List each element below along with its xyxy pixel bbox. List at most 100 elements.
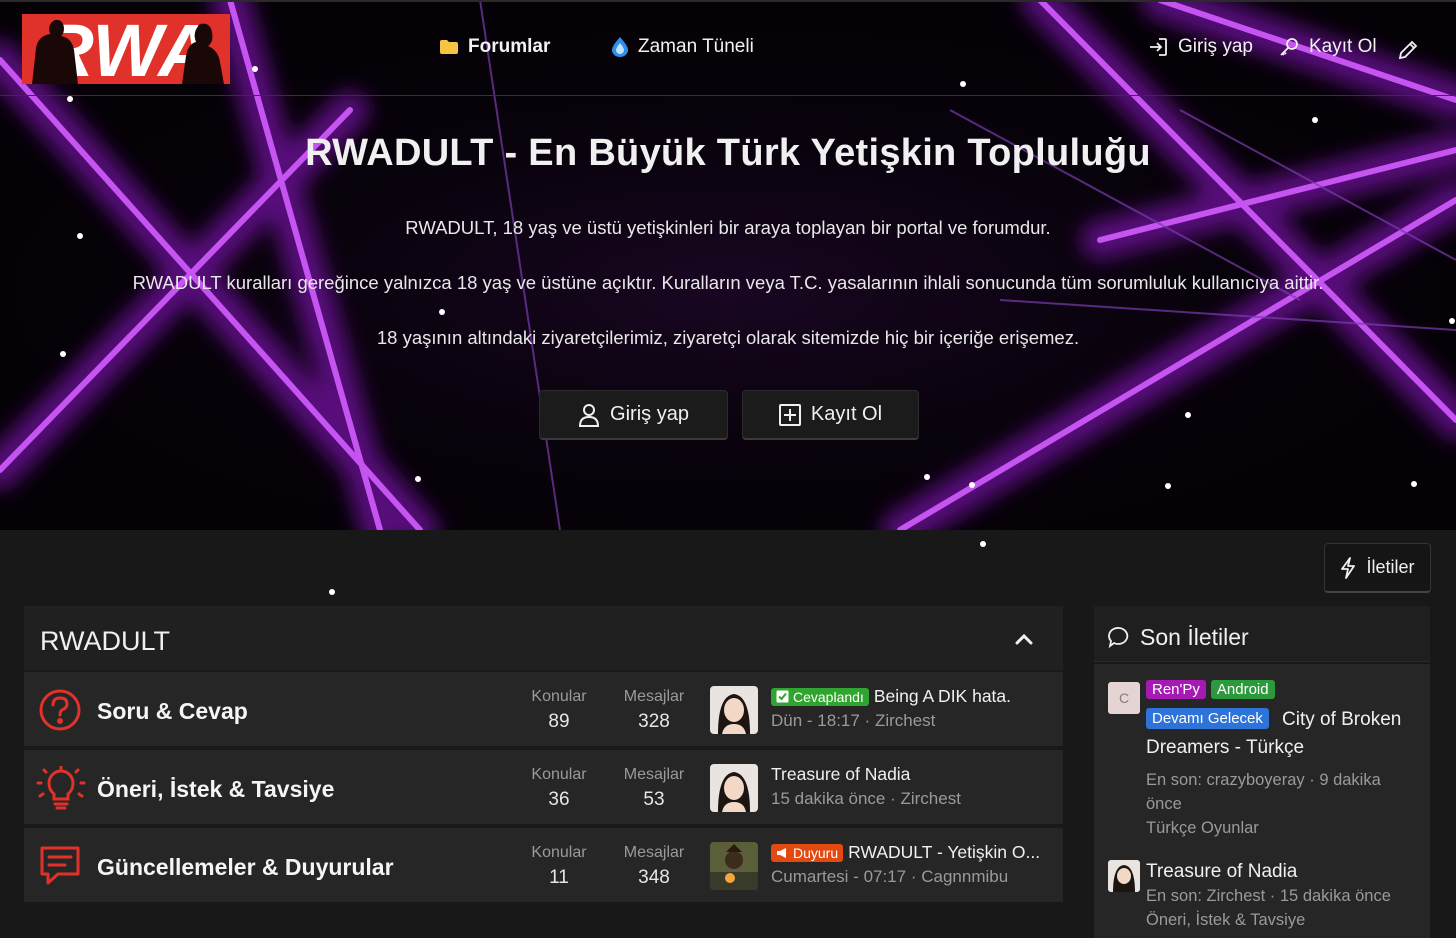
- chat-bubble-icon: [1108, 627, 1129, 648]
- snow-dot: [1411, 481, 1417, 487]
- avatar[interactable]: [710, 842, 758, 890]
- messages-stat: Mesajlar 348: [614, 844, 694, 889]
- avatar[interactable]: [710, 686, 758, 734]
- hero-text-2: RWADULT kuralları gereğince yalnızca 18 …: [132, 272, 1324, 293]
- messages-label: Mesajlar: [623, 688, 685, 705]
- nav-forums-label: Forumlar: [468, 36, 551, 57]
- node-title[interactable]: Güncellemeler & Duyurular: [97, 854, 394, 881]
- snow-dot: [1312, 117, 1318, 123]
- folder-icon: [440, 40, 458, 54]
- recent-posts-widget: Son İletiler C Ren'Py Android City of Br…: [1094, 606, 1430, 938]
- threads-count: 36: [548, 789, 570, 810]
- nav-timeline[interactable]: Zaman Tüneli: [612, 36, 754, 58]
- category-title[interactable]: RWADULT: [40, 626, 170, 657]
- nav-register[interactable]: Kayıt Ol: [1279, 36, 1377, 58]
- latest-post-title-row[interactable]: Cevaplandı Being A DIK hata.: [771, 686, 1061, 707]
- top-navigation: RWA Forumlar Zaman Tüneli Giriş yap Kayı…: [0, 0, 1456, 96]
- avatar[interactable]: [1108, 860, 1140, 892]
- latest-post-title-row[interactable]: Duyuru RWADULT - Yetişkin O...: [771, 842, 1061, 863]
- avatar[interactable]: [710, 764, 758, 812]
- latest-post: Cevaplandı Being A DIK hata. Dün - 18:17…: [771, 686, 1061, 731]
- snow-dot: [1449, 318, 1455, 324]
- snow-dot: [415, 476, 421, 482]
- key-icon: [1280, 38, 1298, 56]
- nav-timeline-label: Zaman Tüneli: [638, 36, 754, 57]
- edit-pencil-icon[interactable]: [1398, 40, 1418, 60]
- hero-title: RWADULT - En Büyük Türk Yetişkin Toplulu…: [305, 132, 1151, 174]
- recent-post-title[interactable]: Treasure of Nadia: [1146, 858, 1421, 886]
- hero-register-button[interactable]: Kayıt Ol: [742, 390, 919, 440]
- hero-text-1: RWADULT, 18 yaş ve üstü yetişkinleri bir…: [405, 217, 1051, 238]
- messages-count: 348: [638, 867, 670, 888]
- hero-text-3: 18 yaşının altındaki ziyaretçilerimiz, z…: [376, 327, 1080, 348]
- site-logo[interactable]: RWA: [22, 14, 230, 84]
- latest-post-title-row[interactable]: Treasure of Nadia: [771, 764, 1061, 785]
- announcement-badge: Duyuru: [771, 843, 844, 862]
- recent-posts-header: Son İletiler: [1094, 606, 1430, 662]
- ongoing-badge: Devamı Gelecek: [1146, 708, 1269, 729]
- answered-badge-label: Cevaplandı: [793, 688, 864, 705]
- hero-login-button[interactable]: Giriş yap: [539, 390, 728, 440]
- recent-post-forum[interactable]: Türkçe Oyunlar: [1146, 816, 1416, 840]
- node-title[interactable]: Öneri, İstek & Tavsiye: [97, 776, 334, 803]
- snow-dot: [969, 482, 975, 488]
- nav-login[interactable]: Giriş yap: [1148, 36, 1253, 58]
- iletiler-label: İletiler: [1366, 557, 1415, 577]
- threads-stat: Konular 11: [519, 844, 599, 889]
- forum-node: Öneri, İstek & Tavsiye Konular 36 Mesajl…: [24, 748, 1063, 824]
- forum-node: Soru & Cevap Konular 89 Mesajlar 328 Cev…: [24, 670, 1063, 746]
- messages-label: Mesajlar: [623, 844, 685, 861]
- hero-register-label: Kayıt Ol: [810, 403, 883, 425]
- recent-post-meta: En son: Zirchest · 15 dakika önce: [1146, 887, 1391, 905]
- messages-label: Mesajlar: [623, 766, 685, 783]
- snow-dot: [252, 66, 258, 72]
- renpy-badge: Ren'Py: [1146, 680, 1206, 699]
- nav-forums[interactable]: Forumlar: [440, 36, 550, 58]
- checkbox-icon: [776, 690, 789, 703]
- snow-dot: [67, 96, 73, 102]
- android-badge: Android: [1210, 680, 1275, 699]
- recent-posts-list: C Ren'Py Android City of Broken Dreamers…: [1094, 664, 1430, 938]
- iletiler-button[interactable]: İletiler: [1324, 543, 1431, 593]
- messages-count: 53: [643, 789, 665, 810]
- forum-category: RWADULT Soru & Cevap Konular 89 Mesajlar…: [24, 606, 1063, 938]
- messages-stat: Mesajlar 328: [614, 688, 694, 733]
- question-circle-icon: [39, 689, 81, 731]
- snow-dot: [60, 351, 66, 357]
- threads-count: 11: [549, 867, 569, 888]
- threads-label: Konular: [531, 844, 587, 861]
- latest-post: Treasure of Nadia 15 dakika önce · Zirch…: [771, 764, 1061, 809]
- recent-post-forum[interactable]: Öneri, İstek & Tavsiye: [1146, 908, 1416, 932]
- chevron-up-icon[interactable]: [1013, 628, 1035, 650]
- message-icon: [40, 846, 80, 885]
- drop-icon: [612, 37, 628, 57]
- lightning-icon: [1341, 556, 1356, 579]
- threads-stat: Konular 89: [519, 688, 599, 733]
- latest-post-meta: Dün - 18:17 · Zirchest: [771, 711, 936, 730]
- snow-dot: [1185, 412, 1191, 418]
- snow-dot: [924, 474, 930, 480]
- threads-label: Konular: [531, 688, 587, 705]
- messages-stat: Mesajlar 53: [614, 766, 694, 811]
- threads-count: 89: [548, 711, 570, 732]
- hero-banner: RWA Forumlar Zaman Tüneli Giriş yap Kayı…: [0, 0, 1456, 530]
- latest-post-title: Treasure of Nadia: [771, 764, 911, 784]
- snow-dot: [960, 81, 966, 87]
- snow-dot: [1165, 483, 1171, 489]
- node-title[interactable]: Soru & Cevap: [97, 698, 248, 725]
- recent-posts-title: Son İletiler: [1140, 624, 1249, 650]
- snow-dot: [980, 541, 986, 547]
- messages-count: 328: [638, 711, 670, 732]
- latest-post-title: Being A DIK hata.: [873, 686, 1012, 706]
- latest-post-meta: 15 dakika önce · Zirchest: [771, 789, 961, 808]
- forum-node: Güncellemeler & Duyurular Konular 11 Mes…: [24, 826, 1063, 902]
- avatar[interactable]: C: [1108, 682, 1140, 714]
- megaphone-icon: [777, 847, 786, 858]
- login-icon: [1150, 38, 1167, 56]
- nav-register-label: Kayıt Ol: [1309, 36, 1377, 57]
- lightbulb-icon: [36, 766, 86, 810]
- hero-login-label: Giriş yap: [610, 403, 689, 425]
- recent-post-meta: En son: crazyboyeray · 9 dakika önce: [1146, 771, 1381, 813]
- post-badges: Ren'Py Android: [1146, 680, 1275, 699]
- threads-label: Konular: [531, 766, 587, 783]
